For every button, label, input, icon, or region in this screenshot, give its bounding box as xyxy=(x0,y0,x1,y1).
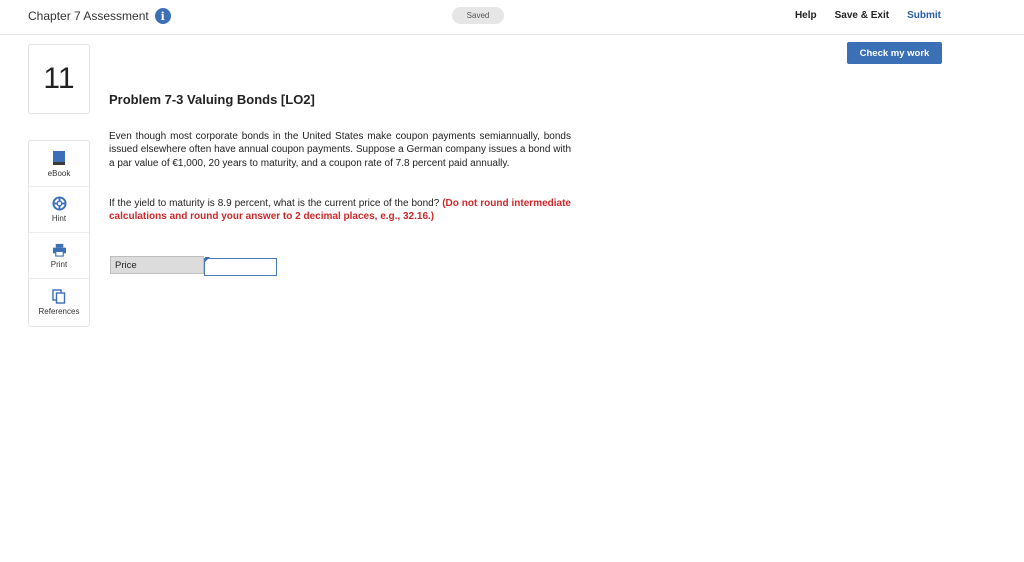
book-icon xyxy=(52,150,66,166)
problem-title: Problem 7-3 Valuing Bonds [LO2] xyxy=(109,92,315,107)
lifebuoy-icon xyxy=(51,196,67,211)
question-paragraph: If the yield to maturity is 8.9 percent,… xyxy=(109,197,571,224)
top-links: Help Save & Exit Submit xyxy=(795,10,941,21)
question-number: 11 xyxy=(28,44,90,114)
tool-references[interactable]: References xyxy=(29,279,89,326)
submit-link[interactable]: Submit xyxy=(907,10,941,21)
check-my-work-button[interactable]: Check my work xyxy=(847,42,942,64)
save-exit-link[interactable]: Save & Exit xyxy=(835,10,889,21)
tool-label: eBook xyxy=(47,168,71,178)
tool-hint[interactable]: Hint xyxy=(29,187,89,233)
documents-icon xyxy=(52,289,66,304)
tools-panel: eBook Hint Print References xyxy=(28,140,90,327)
saved-status-badge: Saved xyxy=(452,7,504,24)
tool-ebook[interactable]: eBook xyxy=(29,141,89,187)
input-corner-marker xyxy=(205,257,210,262)
help-link[interactable]: Help xyxy=(795,10,817,21)
info-icon[interactable]: i xyxy=(154,8,171,24)
problem-paragraph: Even though most corporate bonds in the … xyxy=(109,131,571,169)
question-text: If the yield to maturity is 8.9 percent,… xyxy=(109,198,443,209)
assessment-title: Chapter 7 Assessment xyxy=(28,9,149,23)
printer-icon xyxy=(52,243,67,257)
tool-label: References xyxy=(38,307,80,316)
tool-label: Hint xyxy=(51,214,67,223)
price-input[interactable] xyxy=(204,257,277,276)
assessment-title-area: Chapter 7 Assessment i xyxy=(28,8,171,24)
tool-label: Print xyxy=(50,259,68,269)
top-bar: Chapter 7 Assessment i Saved Help Save &… xyxy=(0,0,1024,35)
price-label: Price xyxy=(110,256,204,274)
price-input-wrapper xyxy=(204,256,277,276)
answer-row: Price xyxy=(110,256,277,276)
tool-print[interactable]: Print xyxy=(29,233,89,279)
